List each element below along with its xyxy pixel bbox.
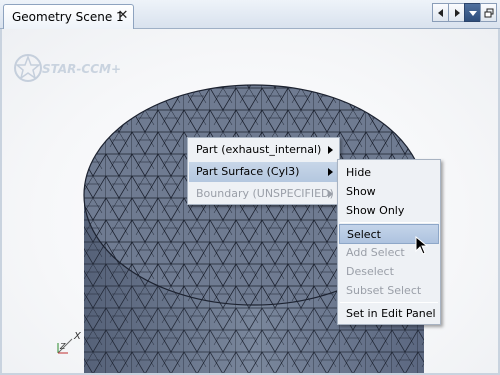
- submenu-arrow-icon: [328, 146, 333, 154]
- menu-item-label: Show Only: [346, 204, 405, 217]
- mouse-cursor-icon: [415, 236, 429, 255]
- axis-triad: X Z: [57, 331, 82, 354]
- window-controls: [432, 3, 497, 23]
- submenu-arrow-icon: [328, 190, 333, 198]
- menu-item-label: Show: [346, 185, 376, 198]
- menu-item-label: Select: [347, 228, 381, 241]
- menu-item-label: Part Surface (Cyl3): [196, 165, 300, 178]
- restore-window-icon[interactable]: [480, 3, 497, 22]
- axis-z-label: Z: [59, 342, 66, 351]
- menu-item-label: Set in Edit Panel: [346, 307, 436, 320]
- submenu-arrow-icon: [328, 168, 333, 176]
- menu-separator: [340, 302, 438, 303]
- menu-item-label: Hide: [346, 166, 372, 179]
- tab-label: Geometry Scene 1: [12, 10, 124, 24]
- menu-item-hide[interactable]: Hide: [339, 163, 439, 183]
- menu-item-deselect[interactable]: Deselect: [339, 262, 439, 282]
- menu-item-label: Part (exhaust_internal): [196, 143, 322, 156]
- tab-geometry-scene[interactable]: Geometry Scene 1 ✕: [3, 4, 134, 29]
- menu-separator: [340, 222, 438, 223]
- menu-item-label: Deselect: [346, 265, 394, 278]
- menu-item-boundary[interactable]: Boundary (UNSPECIFIED): [189, 184, 338, 204]
- menu-item-part[interactable]: Part (exhaust_internal): [189, 140, 338, 160]
- menu-item-label: Boundary (UNSPECIFIED): [196, 187, 334, 200]
- axis-x-label: X: [73, 331, 82, 342]
- menu-item-set-in-edit-panel[interactable]: Set in Edit Panel: [339, 304, 439, 324]
- menu-item-show[interactable]: Show: [339, 182, 439, 202]
- prev-tab-icon[interactable]: [432, 3, 449, 22]
- context-menu: Part (exhaust_internal) Part Surface (Cy…: [187, 137, 340, 205]
- next-tab-icon[interactable]: [448, 3, 465, 22]
- tab-close-icon[interactable]: ✕: [116, 9, 130, 23]
- menu-item-label: Add Select: [346, 246, 405, 259]
- menu-item-label: Subset Select: [346, 284, 422, 297]
- menu-item-show-only[interactable]: Show Only: [339, 201, 439, 221]
- menu-item-subset-select[interactable]: Subset Select: [339, 281, 439, 301]
- dropdown-icon[interactable]: [464, 3, 481, 22]
- tab-bar: Geometry Scene 1 ✕: [0, 0, 500, 29]
- menu-item-part-surface[interactable]: Part Surface (Cyl3): [189, 162, 338, 182]
